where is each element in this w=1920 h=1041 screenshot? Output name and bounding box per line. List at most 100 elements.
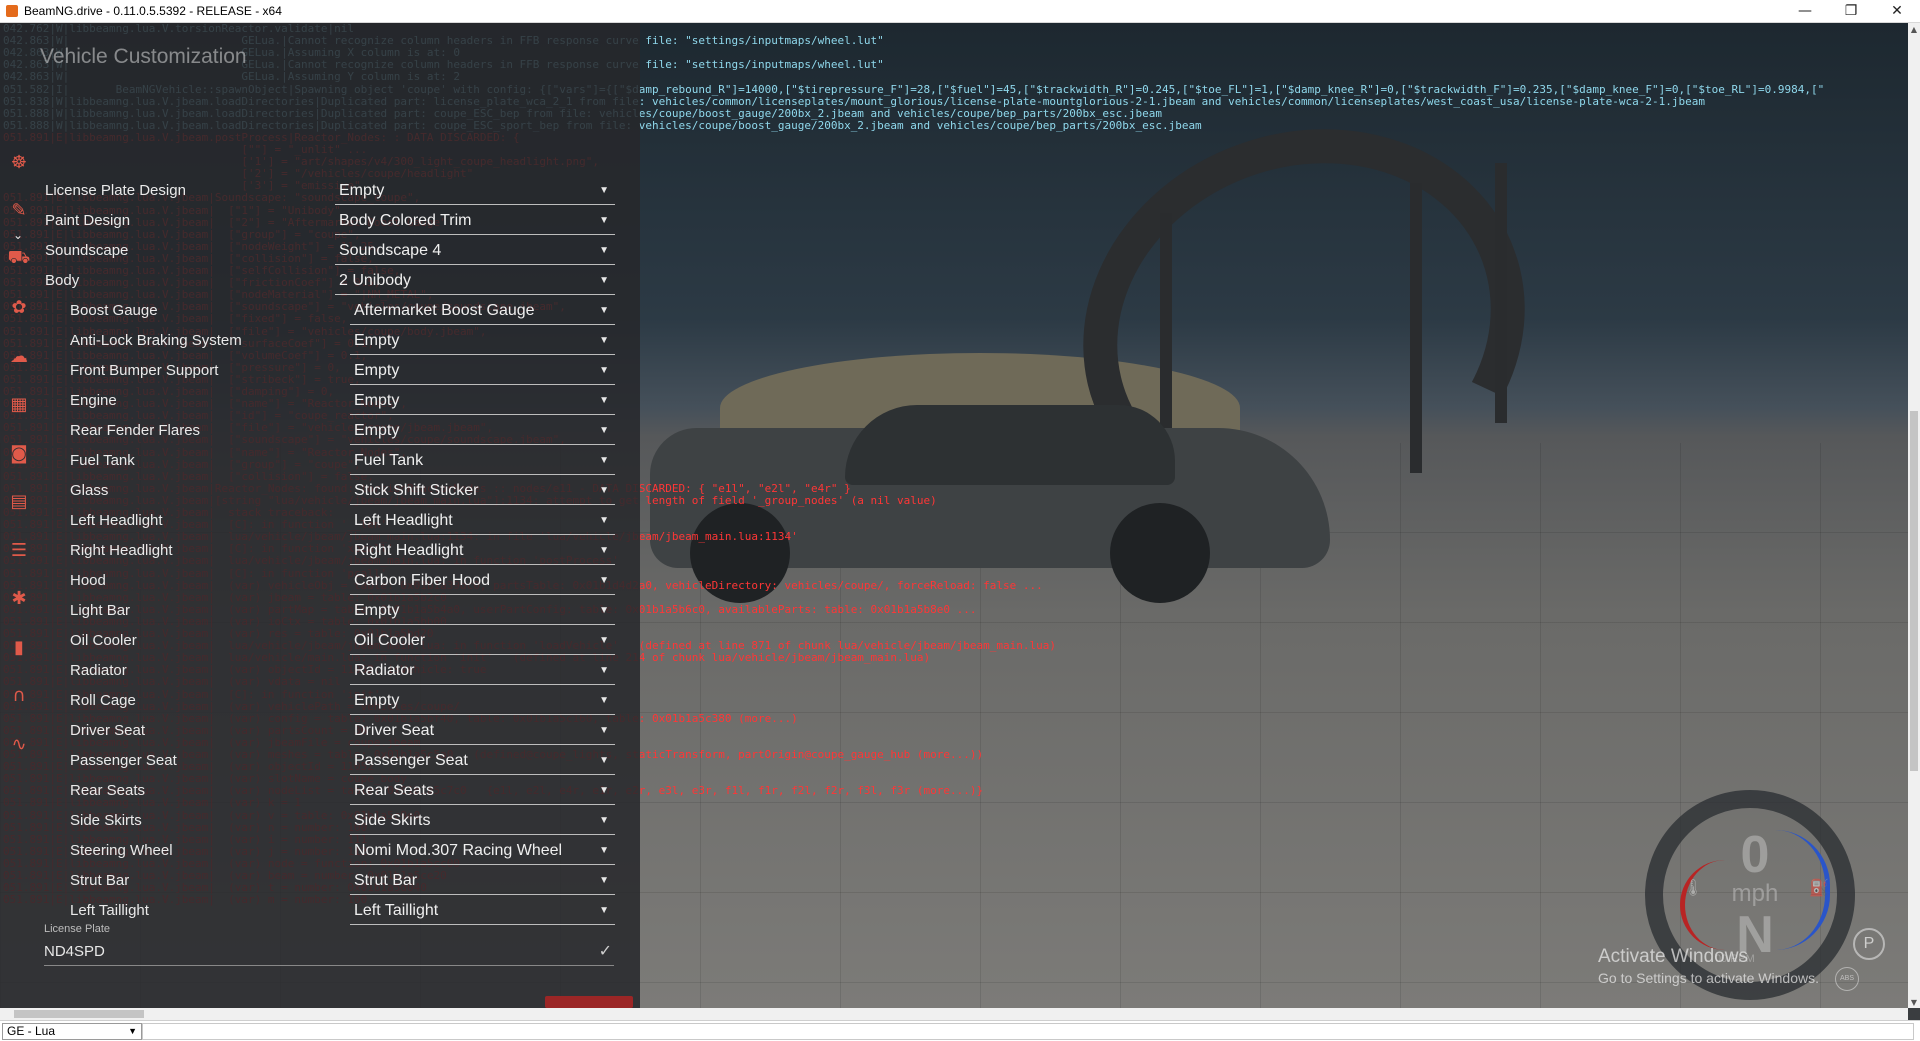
lua-context-select[interactable]: GE - Lua ▼ (2, 1023, 142, 1040)
part-select-value: Rear Seats (354, 782, 435, 799)
camera-icon[interactable]: ◙ (7, 442, 31, 464)
steering-icon[interactable]: ☸ (7, 151, 31, 173)
part-row: Rear Seats Rear Seats ▼ (40, 777, 620, 807)
part-select[interactable]: Fuel Tank ▼ (350, 449, 615, 475)
chevron-down-icon: ▼ (599, 725, 609, 736)
wheel-well-front (690, 503, 790, 603)
checkmark-icon[interactable]: ✓ (599, 941, 612, 960)
chevron-down-icon: ▼ (599, 785, 609, 796)
vertical-scrollbar[interactable]: ▲ ▼ (1908, 23, 1920, 1008)
part-select[interactable]: Driver Seat ▼ (350, 719, 615, 745)
part-select[interactable]: 2 Unibody ▼ (335, 269, 615, 295)
part-slot-label: Paint Design (45, 212, 131, 229)
chevron-down-icon: ▼ (599, 605, 609, 616)
part-select[interactable]: Nomi Mod.307 Racing Wheel ▼ (350, 839, 615, 865)
part-select[interactable]: Passenger Seat ▼ (350, 749, 615, 775)
part-select-value: Empty (354, 602, 400, 619)
sliders-icon[interactable]: ☰ (7, 539, 31, 561)
scroll-thumb[interactable] (1910, 411, 1918, 771)
chevron-down-icon: ▼ (599, 275, 609, 286)
part-select-value: Left Headlight (354, 512, 453, 529)
part-slot-label: Roll Cage (70, 692, 136, 709)
window-title: BeamNG.drive - 0.11.0.5.5392 - RELEASE -… (24, 4, 282, 18)
part-select[interactable]: Strut Bar ▼ (350, 869, 615, 895)
part-select[interactable]: Left Taillight ▼ (350, 899, 615, 925)
part-slot-label: Steering Wheel (70, 842, 173, 859)
chevron-down-icon: ▼ (599, 245, 609, 256)
part-row: Paint Design Body Colored Trim ▼ (40, 207, 620, 237)
watermark-subtitle: Go to Settings to activate Windows. (1598, 970, 1819, 986)
part-select-value: Empty (354, 332, 400, 349)
part-slot-label: Fuel Tank (70, 452, 135, 469)
part-select[interactable]: Aftermarket Boost Gauge ▼ (350, 299, 615, 325)
part-row: Right Headlight Right Headlight ▼ (40, 537, 620, 567)
chevron-down-icon: ▼ (599, 575, 609, 586)
part-select[interactable]: Carbon Fiber Hood ▼ (350, 569, 615, 595)
part-select-value: Side Skirts (354, 812, 431, 829)
window-controls: — ❐ ✕ (1782, 0, 1920, 22)
chart-icon[interactable]: ▮ (7, 636, 31, 658)
chevron-down-icon: ▼ (599, 695, 609, 706)
paint-icon[interactable]: ✎ (7, 200, 31, 222)
part-select[interactable]: Empty ▼ (350, 419, 615, 445)
console-command-input[interactable] (142, 1023, 1914, 1040)
part-select[interactable]: Left Headlight ▼ (350, 509, 615, 535)
chevron-down-icon[interactable]: ⌄ (13, 228, 23, 242)
chevron-down-icon: ▼ (599, 305, 609, 316)
part-slot-label: Radiator (70, 662, 127, 679)
part-select-value: Oil Cooler (354, 632, 426, 649)
part-select[interactable]: Stick Shift Sticker ▼ (350, 479, 615, 505)
part-select-value: Strut Bar (354, 872, 418, 889)
part-select[interactable]: Body Colored Trim ▼ (335, 209, 615, 235)
part-select[interactable]: Empty ▼ (350, 689, 615, 715)
tuning-icon[interactable]: ✿ (7, 297, 31, 319)
license-plate-input[interactable]: ND4SPD (44, 939, 614, 966)
part-row: Front Bumper Support Empty ▼ (40, 357, 620, 387)
part-row: Engine Empty ▼ (40, 387, 620, 417)
chevron-down-icon: ▼ (599, 755, 609, 766)
part-select[interactable]: Oil Cooler ▼ (350, 629, 615, 655)
part-select[interactable]: Right Headlight ▼ (350, 539, 615, 565)
scroll-down-icon[interactable]: ▼ (1908, 996, 1920, 1008)
part-slot-label: Oil Cooler (70, 632, 137, 649)
part-slot-label: Body (45, 272, 80, 289)
speed-unit: mph (1731, 880, 1779, 907)
part-select[interactable]: Empty ▼ (350, 329, 615, 355)
part-select-value: Right Headlight (354, 542, 464, 559)
part-select[interactable]: Rear Seats ▼ (350, 779, 615, 805)
apply-button[interactable] (545, 996, 633, 1008)
chevron-down-icon: ▼ (599, 185, 609, 196)
part-select[interactable]: Side Skirts ▼ (350, 809, 615, 835)
scroll-up-icon[interactable]: ▲ (1908, 23, 1920, 35)
weather-icon[interactable]: ☁ (7, 345, 31, 367)
route-icon[interactable]: ∿ (7, 733, 31, 755)
horizontal-scrollbar[interactable] (0, 1008, 1908, 1020)
bug-icon[interactable]: ✱ (7, 588, 31, 610)
chevron-down-icon: ▼ (128, 1026, 137, 1036)
part-row: Light Bar Empty ▼ (40, 597, 620, 627)
part-select[interactable]: Empty ▼ (350, 599, 615, 625)
part-select-value: Body Colored Trim (339, 212, 472, 229)
app-icon-bar: ☸ ✎ ⛟ ✿ ☁ ▦ ◙ ▤ ☰ ✱ ▮ ∩ ∿ (0, 23, 40, 1008)
parking-brake-button[interactable]: P (1853, 928, 1885, 960)
part-row: Body 2 Unibody ▼ (40, 267, 620, 297)
maximize-button[interactable]: ❐ (1828, 0, 1874, 22)
part-select[interactable]: Empty ▼ (335, 179, 615, 205)
headphones-icon[interactable]: ∩ (7, 685, 31, 707)
building-icon[interactable]: ▦ (7, 394, 31, 416)
vehicle-roof (845, 405, 1175, 485)
part-select[interactable]: Empty ▼ (350, 359, 615, 385)
part-select[interactable]: Soundscape 4 ▼ (335, 239, 615, 265)
close-button[interactable]: ✕ (1874, 0, 1920, 22)
chevron-down-icon: ▼ (599, 905, 609, 916)
part-select-value: 2 Unibody (339, 272, 412, 289)
part-select[interactable]: Empty ▼ (350, 389, 615, 415)
part-select[interactable]: Radiator ▼ (350, 659, 615, 685)
part-row: Roll Cage Empty ▼ (40, 687, 620, 717)
part-slot-label: Strut Bar (70, 872, 130, 889)
part-row: Anti-Lock Braking System Empty ▼ (40, 327, 620, 357)
hscroll-thumb[interactable] (14, 1010, 144, 1018)
minimize-button[interactable]: — (1782, 0, 1828, 22)
film-icon[interactable]: ▤ (7, 491, 31, 513)
car-icon[interactable]: ⛟ (7, 247, 31, 270)
